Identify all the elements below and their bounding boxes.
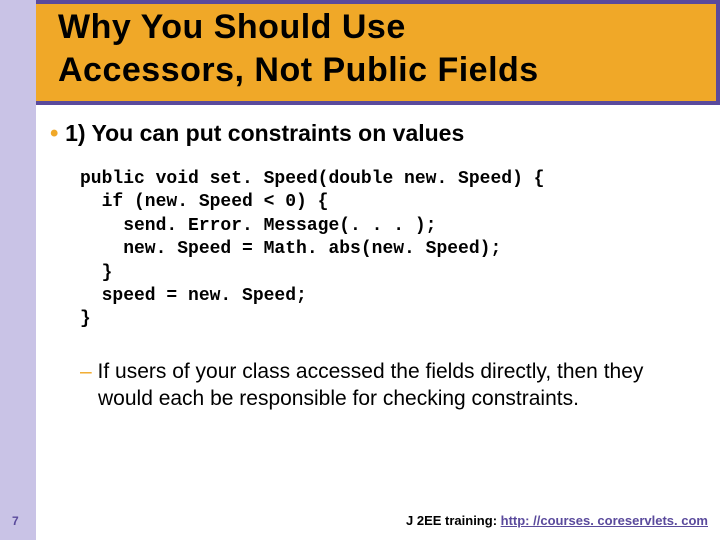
- slide-title: Why You Should Use Accessors, Not Public…: [58, 6, 539, 91]
- slide-content: 1) You can put constraints on values pub…: [50, 120, 690, 412]
- page-number: 7: [12, 514, 19, 528]
- bullet-main: 1) You can put constraints on values: [50, 120, 690, 148]
- footer-link[interactable]: http: //courses. coreservlets. com: [501, 513, 708, 528]
- code-block: public void set. Speed(double new. Speed…: [80, 168, 690, 332]
- title-line-2: Accessors, Not Public Fields: [58, 51, 539, 89]
- bullet-sub: If users of your class accessed the fiel…: [80, 358, 690, 413]
- left-accent-bar: [0, 0, 36, 540]
- footer-text: J 2EE training:: [406, 513, 501, 528]
- title-line-1: Why You Should Use: [58, 8, 406, 46]
- footer: J 2EE training: http: //courses. coreser…: [406, 513, 708, 528]
